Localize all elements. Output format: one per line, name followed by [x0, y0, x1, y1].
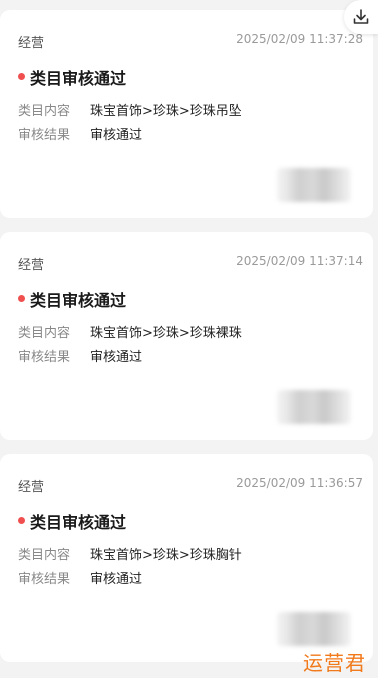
blurred-region [277, 168, 351, 202]
download-icon [353, 9, 369, 24]
status-dot [18, 73, 25, 80]
notification-card[interactable]: 经营 2025/02/09 11:37:14 类目审核通过 类目内容 珠宝首饰>… [0, 232, 373, 440]
card-title: 类目审核通过 [30, 69, 127, 88]
card-timestamp: 2025/02/09 11:36:57 [236, 476, 363, 490]
info-label: 审核结果 [18, 128, 71, 143]
info-value: 珠宝首饰>珍珠>珍珠胸针 [90, 548, 242, 563]
download-button[interactable] [344, 0, 378, 34]
card-header: 经营 2025/02/09 11:36:57 [18, 476, 363, 495]
card-header: 经营 2025/02/09 11:37:14 [18, 254, 363, 273]
blurred-region [277, 612, 351, 646]
info-label: 类目内容 [18, 104, 71, 119]
info-value: 审核通过 [90, 572, 143, 587]
status-dot [18, 295, 25, 302]
info-label: 审核结果 [18, 572, 71, 587]
info-label: 类目内容 [18, 548, 71, 563]
card-category: 经营 [18, 258, 45, 273]
notification-card[interactable]: 经营 2025/02/09 11:36:57 类目审核通过 类目内容 珠宝首饰>… [0, 454, 373, 662]
status-dot [18, 517, 25, 524]
card-timestamp: 2025/02/09 11:37:28 [236, 32, 363, 46]
notification-card[interactable]: 经营 2025/02/09 11:37:28 类目审核通过 类目内容 珠宝首饰>… [0, 10, 373, 218]
card-category: 经营 [18, 480, 45, 495]
card-title: 类目审核通过 [30, 513, 127, 532]
info-value: 审核通过 [90, 128, 143, 143]
info-label: 审核结果 [18, 350, 71, 365]
info-label: 类目内容 [18, 326, 71, 341]
card-header: 经营 2025/02/09 11:37:28 [18, 32, 363, 51]
info-value: 珠宝首饰>珍珠>珍珠裸珠 [90, 326, 242, 341]
card-timestamp: 2025/02/09 11:37:14 [236, 254, 363, 268]
watermark-text: 运营君 [303, 651, 366, 675]
card-category: 经营 [18, 36, 45, 51]
notification-feed: 经营 2025/02/09 11:37:28 类目审核通过 类目内容 珠宝首饰>… [0, 0, 378, 678]
info-value: 审核通过 [90, 350, 143, 365]
card-title: 类目审核通过 [30, 291, 127, 310]
info-value: 珠宝首饰>珍珠>珍珠吊坠 [90, 104, 242, 119]
blurred-region [277, 390, 351, 424]
